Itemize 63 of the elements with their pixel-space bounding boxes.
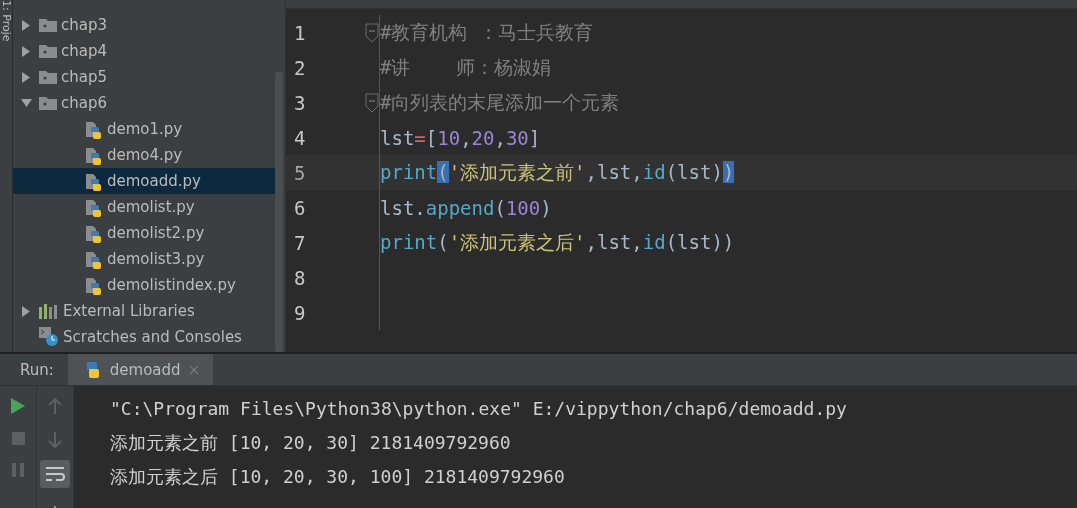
tree-item[interactable]: demolistindex.py <box>13 272 275 298</box>
code-line: lst.append(100) <box>380 196 552 219</box>
tree-item[interactable]: demolist3.py <box>13 246 275 272</box>
line-number: 1 <box>293 21 307 44</box>
folder-icon <box>39 44 57 58</box>
python-file-icon <box>85 171 103 191</box>
tree-item[interactable]: demoadd.py <box>13 168 275 194</box>
expand-arrow-icon[interactable] <box>20 98 32 108</box>
line-number: 5 <box>293 161 307 184</box>
soft-wrap-icon[interactable] <box>40 460 70 488</box>
python-file-icon <box>85 249 103 269</box>
code-line: #讲 师：杨淑娟 <box>380 54 552 80</box>
code-line: print('添加元素之后',lst,id(lst)) <box>380 229 735 255</box>
scratches-icon <box>39 327 59 347</box>
line-number: 2 <box>293 56 307 79</box>
code-line: print('添加元素之前',lst,id(lst)) <box>380 159 735 185</box>
line-number: 9 <box>293 301 307 324</box>
tree-item[interactable]: Scratches and Consoles <box>13 324 275 350</box>
tree-item[interactable]: chap5 <box>13 64 275 90</box>
tree-item[interactable]: External Libraries <box>13 298 275 324</box>
stop-icon[interactable] <box>11 432 25 445</box>
tool-window-tab[interactable]: 1: Proje <box>0 0 12 50</box>
collapse-arrow-icon[interactable] <box>21 45 31 57</box>
line-number: 3 <box>293 91 307 114</box>
python-file-icon <box>85 275 103 295</box>
line-number: 8 <box>293 266 307 289</box>
up-arrow-icon[interactable] <box>48 398 62 414</box>
run-tab[interactable]: demoadd <box>67 354 213 385</box>
tree-item[interactable]: demo1.py <box>13 116 275 142</box>
console-line: 添加元素之后 [10, 20, 30, 100] 2181409792960 <box>110 465 566 489</box>
close-icon[interactable] <box>188 364 199 375</box>
tree-item[interactable]: demolist.py <box>13 194 275 220</box>
console-line: 添加元素之前 [10, 20, 30] 2181409792960 <box>110 431 512 455</box>
collapse-arrow-icon[interactable] <box>21 71 31 83</box>
tree-item[interactable]: chap4 <box>13 38 275 64</box>
python-file-icon <box>85 223 103 243</box>
line-number: 7 <box>293 231 307 254</box>
tree-item[interactable]: demolist2.py <box>13 220 275 246</box>
scrollbar[interactable] <box>275 72 283 352</box>
library-icon <box>39 303 59 319</box>
fold-icon[interactable] <box>365 22 379 43</box>
run-label: Run: <box>19 360 55 379</box>
code-line: lst=[10,20,30] <box>380 126 541 149</box>
console-line: "C:\Program Files\Python38\python.exe" E:/vippython/chap6/demoadd.py <box>110 397 848 421</box>
folder-icon <box>39 96 57 110</box>
code-line: #向列表的末尾添加一个元素 <box>380 89 620 115</box>
python-file-icon <box>85 145 103 165</box>
line-number: 6 <box>293 196 307 219</box>
python-file-icon <box>85 119 103 139</box>
code-line: #教育机构 ：马士兵教育 <box>380 19 593 45</box>
line-number: 4 <box>293 126 307 149</box>
down-arrow-icon[interactable] <box>48 432 62 448</box>
pause-icon[interactable] <box>12 463 24 477</box>
tree-item[interactable]: demo4.py <box>13 142 275 168</box>
tree-item[interactable]: chap3 <box>13 12 275 38</box>
collapse-arrow-icon[interactable] <box>21 19 31 31</box>
python-file-icon <box>85 197 103 217</box>
folder-icon <box>39 18 57 32</box>
collapse-arrow-icon[interactable] <box>21 305 31 317</box>
folder-icon <box>39 70 57 84</box>
tree-item[interactable]: chap6 <box>13 90 275 116</box>
fold-icon[interactable] <box>365 92 379 113</box>
run-icon[interactable] <box>11 398 25 414</box>
